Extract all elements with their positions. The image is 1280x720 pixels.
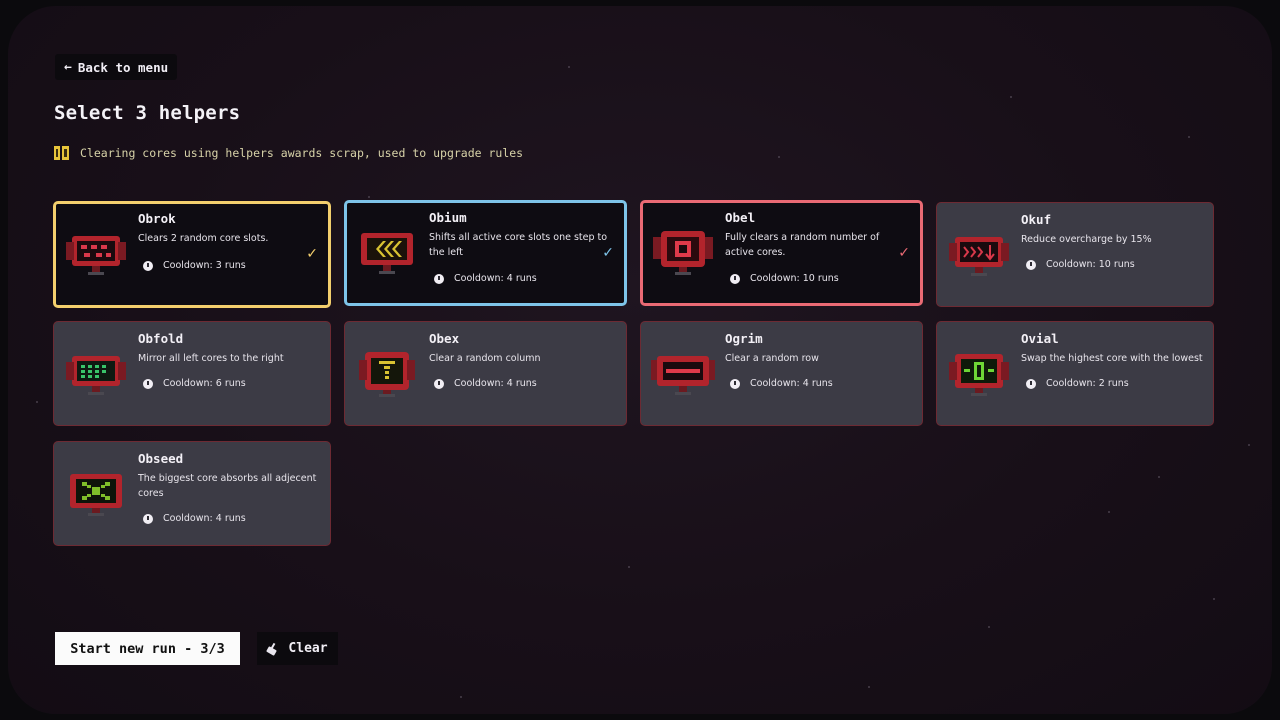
helper-description: Mirror all left cores to the right [138, 353, 284, 364]
helper-cooldown: Cooldown: 2 runs [1026, 378, 1129, 389]
obex-portrait-icon [359, 352, 415, 397]
back-to-menu-button[interactable]: ← Back to menu [55, 54, 177, 80]
clock-icon [730, 378, 740, 389]
clock-icon [434, 378, 444, 389]
helper-cooldown: Cooldown: 10 runs [730, 273, 839, 284]
helper-name: Obium [429, 210, 467, 225]
cooldown-text: Cooldown: 10 runs [1046, 259, 1135, 270]
page-title: Select 3 helpers [54, 102, 241, 124]
helper-card-ogrim[interactable]: Ogrim Clear a random row Cooldown: 4 run… [640, 321, 923, 426]
helper-name: Obel [725, 210, 756, 225]
helper-name: Obex [429, 331, 460, 346]
clock-icon [434, 273, 444, 284]
helper-description: Clears 2 random core slots. [138, 233, 269, 244]
broom-icon [266, 642, 279, 656]
helper-cooldown: Cooldown: 10 runs [1026, 259, 1135, 270]
helper-description: Clear a random row [725, 353, 819, 364]
helper-cooldown: Cooldown: 4 runs [143, 513, 246, 524]
obel-portrait-icon [653, 231, 713, 275]
helper-name: Obseed [138, 451, 184, 466]
obium-portrait-icon [361, 233, 413, 274]
cooldown-text: Cooldown: 4 runs [454, 378, 537, 389]
start-new-run-button[interactable]: Start new run - 3/3 [55, 632, 240, 665]
cooldown-text: Cooldown: 10 runs [750, 273, 839, 284]
cooldown-text: Cooldown: 4 runs [454, 273, 537, 284]
obrok-portrait-icon [66, 236, 126, 275]
scrap-hint: Clearing cores using helpers awards scra… [54, 146, 523, 160]
game-screen: ← Back to menu Select 3 helpers Clearing… [8, 6, 1272, 714]
helper-description: Swap the highest core with the lowest [1021, 353, 1203, 364]
okuf-portrait-icon [949, 237, 1009, 276]
scrap-hint-text: Clearing cores using helpers awards scra… [80, 146, 524, 160]
helper-name: Ovial [1021, 331, 1059, 346]
helper-name: Obfold [138, 331, 184, 346]
helper-cooldown: Cooldown: 4 runs [434, 378, 537, 389]
helper-cooldown: Cooldown: 6 runs [143, 378, 246, 389]
clock-icon [143, 378, 153, 389]
helper-card-obrok[interactable]: Obrok Clears 2 random core slots. Cooldo… [53, 201, 331, 308]
obfold-portrait-icon [66, 356, 126, 395]
helper-name: Ogrim [725, 331, 763, 346]
helper-name: Okuf [1021, 212, 1052, 227]
helper-cooldown: Cooldown: 3 runs [143, 260, 246, 271]
scrap-icon [54, 146, 70, 160]
helper-description: Shifts all active core slots one step to… [429, 232, 608, 258]
back-to-menu-label: Back to menu [77, 59, 169, 75]
helper-name: Obrok [138, 211, 176, 226]
arrow-left-icon: ← [64, 59, 72, 75]
ovial-portrait-icon [949, 354, 1009, 396]
cooldown-text: Cooldown: 4 runs [163, 513, 246, 524]
clock-icon [143, 260, 153, 271]
ogrim-portrait-icon [651, 356, 715, 395]
clock-icon [143, 513, 153, 524]
helper-description: Reduce overcharge by 15% [1021, 234, 1152, 245]
helper-description: The biggest core absorbs all adjecent co… [138, 473, 317, 499]
helper-card-ovial[interactable]: Ovial Swap the highest core with the low… [936, 321, 1214, 426]
selected-check-icon: ✓ [602, 245, 614, 261]
helper-card-obium[interactable]: Obium Shifts all active core slots one s… [344, 200, 627, 306]
clock-icon [1026, 259, 1036, 270]
cooldown-text: Cooldown: 6 runs [163, 378, 246, 389]
helper-card-obel[interactable]: Obel Fully clears a random number of act… [640, 200, 923, 306]
helper-cooldown: Cooldown: 4 runs [730, 378, 833, 389]
clock-icon [730, 273, 740, 284]
helper-description: Clear a random column [429, 353, 541, 364]
cooldown-text: Cooldown: 3 runs [163, 260, 246, 271]
cooldown-text: Cooldown: 4 runs [750, 378, 833, 389]
clear-label: Clear [288, 641, 328, 656]
cooldown-text: Cooldown: 2 runs [1046, 378, 1129, 389]
helper-description: Fully clears a random number of active c… [725, 232, 880, 258]
clock-icon [1026, 378, 1036, 389]
helper-cooldown: Cooldown: 4 runs [434, 273, 537, 284]
selected-check-icon: ✓ [898, 245, 910, 261]
helper-card-obseed[interactable]: Obseed The biggest core absorbs all adje… [53, 441, 331, 546]
obseed-portrait-icon [70, 474, 122, 516]
clear-button[interactable]: Clear [257, 632, 338, 665]
helper-card-obex[interactable]: Obex Clear a random column Cooldown: 4 r… [344, 321, 627, 426]
selected-check-icon: ✓ [306, 246, 318, 262]
helper-card-okuf[interactable]: Okuf Reduce overcharge by 15% Cooldown: … [936, 202, 1214, 307]
helper-card-obfold[interactable]: Obfold Mirror all left cores to the righ… [53, 321, 331, 426]
